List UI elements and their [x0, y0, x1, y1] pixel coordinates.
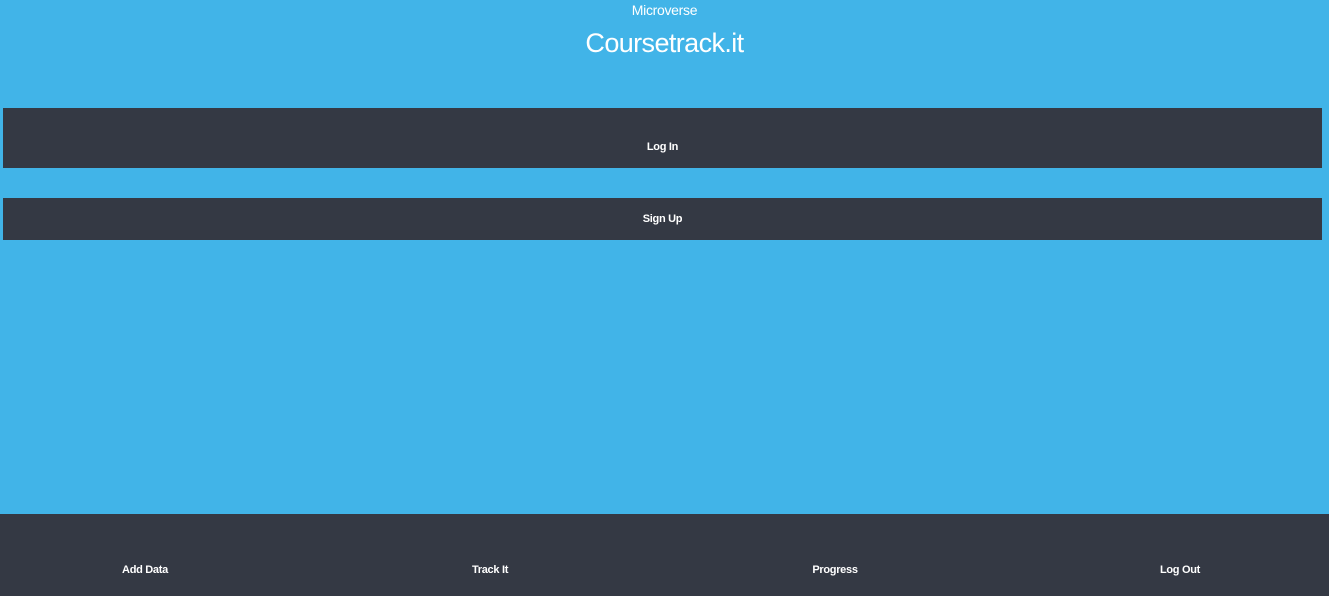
- nav-progress[interactable]: Progress: [775, 564, 895, 576]
- nav-log-out[interactable]: Log Out: [1120, 564, 1240, 576]
- app-subtitle: Microverse: [631, 2, 698, 18]
- signup-button[interactable]: Sign Up: [3, 198, 1322, 240]
- app-title: Coursetrack.it: [585, 28, 744, 58]
- footer-nav: Add Data Track It Progress Log Out: [0, 514, 1329, 596]
- nav-track-it[interactable]: Track It: [430, 564, 550, 576]
- nav-add-data[interactable]: Add Data: [85, 564, 205, 576]
- login-button[interactable]: Log In: [3, 108, 1322, 168]
